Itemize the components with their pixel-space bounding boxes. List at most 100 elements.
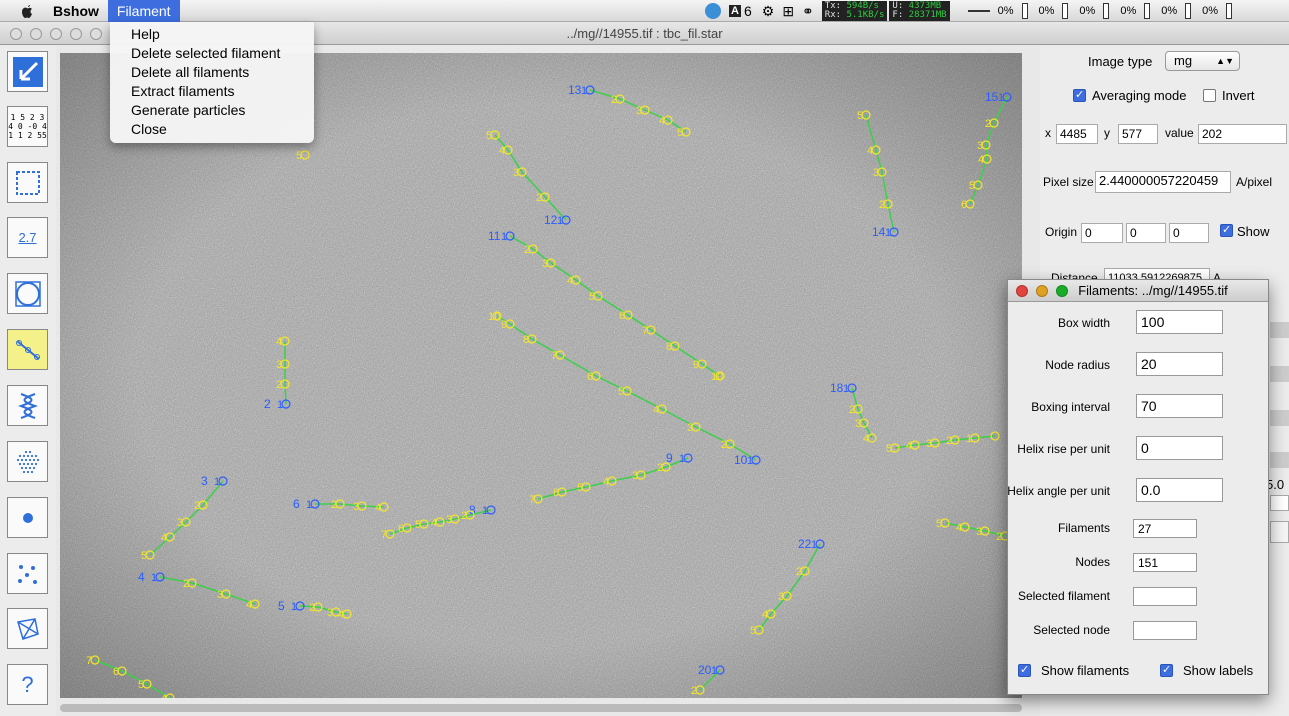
- node-label: 5: [857, 110, 863, 122]
- grid-icon[interactable]: ⊞: [782, 3, 794, 20]
- menu-item-generate-particles[interactable]: Generate particles: [110, 101, 314, 120]
- box-select-tool-button[interactable]: [7, 162, 48, 203]
- node-label: 5: [296, 150, 302, 162]
- node-label: 3: [687, 422, 693, 434]
- binoculars-icon[interactable]: ⚭: [802, 3, 814, 20]
- node-label: 1: [482, 505, 488, 517]
- image-type-select[interactable]: mg ▲▼: [1165, 51, 1240, 71]
- numbers-icon: 1 5 2 34 0 -0 41 1 2 55: [8, 113, 47, 140]
- badge-count: 6: [743, 3, 752, 19]
- zoom-window-button[interactable]: [50, 28, 62, 40]
- node-label: 10: [711, 371, 723, 383]
- dialog-zoom-button[interactable]: [1056, 285, 1068, 297]
- pixel-unit-label: A/pixel: [1236, 175, 1273, 189]
- dialog-close-button[interactable]: [1016, 285, 1028, 297]
- question-icon: ?: [21, 671, 34, 697]
- points-tool-button[interactable]: [7, 553, 48, 594]
- selected-node-field[interactable]: [1133, 621, 1197, 640]
- partial-field[interactable]: [1270, 521, 1289, 543]
- minimize-window-button[interactable]: [30, 28, 42, 40]
- origin-x-field[interactable]: 0: [1081, 223, 1123, 243]
- helix-rise-field[interactable]: 0: [1136, 436, 1223, 460]
- slider-track[interactable]: [1270, 322, 1289, 338]
- pointer-tool-button[interactable]: [7, 51, 48, 92]
- micrograph-canvas[interactable]: 1 13 2 3 4 5 1 12 2 3 4 5 1 11 2 3 4 5 6 7 8 9 10 1 10 2 3 4 5 6 7 8 9 10…: [60, 53, 1022, 698]
- node-label: 2: [524, 244, 530, 256]
- y-field[interactable]: 577: [1118, 124, 1158, 144]
- menu-item-close[interactable]: Close: [110, 120, 314, 139]
- node-label: 4: [956, 522, 962, 534]
- node-label: 10: [488, 311, 500, 323]
- nodes-count-field[interactable]: 151: [1133, 553, 1197, 572]
- show-filaments-label: Show filaments: [1041, 663, 1130, 678]
- show-origin-checkbox[interactable]: [1220, 223, 1233, 237]
- menu-item-help[interactable]: Help: [110, 25, 314, 44]
- menu-item-delete-all[interactable]: Delete all filaments: [110, 63, 314, 82]
- menu-item-delete-selected[interactable]: Delete selected filament: [110, 44, 314, 63]
- slider-track[interactable]: [1270, 452, 1289, 468]
- node-label: 9: [501, 319, 507, 331]
- node-label: 6: [961, 199, 967, 211]
- filament-id-label: 13: [568, 83, 582, 97]
- partial-field[interactable]: [1270, 495, 1289, 511]
- filament-menu[interactable]: Filament: [107, 0, 180, 22]
- node-radius-field[interactable]: 20: [1136, 352, 1223, 376]
- window-button[interactable]: [70, 28, 82, 40]
- pixel-size-field[interactable]: 2.440000057220459: [1095, 171, 1231, 193]
- dialog-minimize-button[interactable]: [1036, 285, 1048, 297]
- circle-tool-button[interactable]: [7, 273, 48, 314]
- measure-tool-button[interactable]: 2.7: [7, 217, 48, 258]
- horizontal-scrollbar[interactable]: [60, 704, 1022, 712]
- filaments-dialog: Filaments: ../mg//14955.tif Box width 10…: [1007, 279, 1269, 695]
- node-label: 6: [619, 310, 625, 322]
- close-window-button[interactable]: [10, 28, 22, 40]
- node-label: 7: [381, 529, 387, 541]
- filament-id-label: 8: [469, 503, 476, 517]
- values-tool-button[interactable]: 1 5 2 34 0 -0 41 1 2 55: [7, 106, 48, 147]
- node-label: 7: [642, 325, 648, 337]
- filament-id-label: 14: [872, 225, 886, 239]
- slider-track[interactable]: [1270, 366, 1289, 382]
- node-label: 2: [657, 462, 663, 474]
- slider-track[interactable]: [1270, 410, 1289, 426]
- origin-z-field[interactable]: 0: [1169, 223, 1209, 243]
- adobe-icon[interactable]: A: [729, 5, 741, 17]
- helix-angle-field[interactable]: 0.0: [1136, 478, 1223, 502]
- box-width-field[interactable]: 100: [1136, 310, 1223, 334]
- lattice-tool-button[interactable]: [7, 441, 48, 482]
- node-label: 7: [529, 494, 535, 506]
- node-label: 6: [587, 371, 593, 383]
- x-field[interactable]: 4485: [1056, 124, 1098, 144]
- invert-checkbox[interactable]: [1203, 89, 1216, 102]
- status-area: A 6 ⚙ ⊞ ⚭ Tx: 594B/s Rx: 5.1KB/s U: 4373…: [705, 0, 1235, 22]
- node-label: 2: [194, 500, 200, 512]
- show-labels-checkbox[interactable]: [1160, 663, 1173, 677]
- help-tool-button[interactable]: ?: [7, 664, 48, 705]
- show-labels-label: Show labels: [1183, 663, 1254, 678]
- node-label: 3: [353, 501, 359, 513]
- node-label: 5: [677, 127, 683, 139]
- sync-icon[interactable]: [705, 3, 721, 19]
- tool-palette: 1 5 2 34 0 -0 41 1 2 55 2.7 ?: [0, 46, 56, 716]
- x-label: x: [1045, 126, 1051, 140]
- boxing-interval-field[interactable]: 70: [1136, 394, 1223, 418]
- value-field[interactable]: 202: [1198, 124, 1287, 144]
- apple-menu-icon[interactable]: [16, 0, 38, 22]
- filament-id-label: 11: [488, 229, 501, 243]
- micrograph-image[interactable]: 1132345112234511123456789101102345678910…: [60, 53, 1022, 698]
- averaging-mode-checkbox[interactable]: [1073, 88, 1086, 102]
- node-label: 7: [86, 655, 92, 667]
- graph-tool-button[interactable]: [7, 608, 48, 649]
- filaments-count-field[interactable]: 27: [1133, 519, 1197, 538]
- marker-tool-button[interactable]: [7, 497, 48, 538]
- window-button[interactable]: [90, 28, 102, 40]
- menu-item-extract[interactable]: Extract filaments: [110, 82, 314, 101]
- selected-filament-field[interactable]: [1133, 587, 1197, 606]
- filament-tool-button[interactable]: [7, 329, 48, 370]
- show-filaments-checkbox[interactable]: [1018, 663, 1031, 677]
- origin-y-field[interactable]: 0: [1126, 223, 1166, 243]
- node-label: 3: [873, 167, 879, 179]
- app-menu[interactable]: Bshow: [44, 0, 108, 22]
- gear-icon[interactable]: ⚙: [762, 3, 775, 20]
- helix-tool-button[interactable]: [7, 385, 48, 426]
